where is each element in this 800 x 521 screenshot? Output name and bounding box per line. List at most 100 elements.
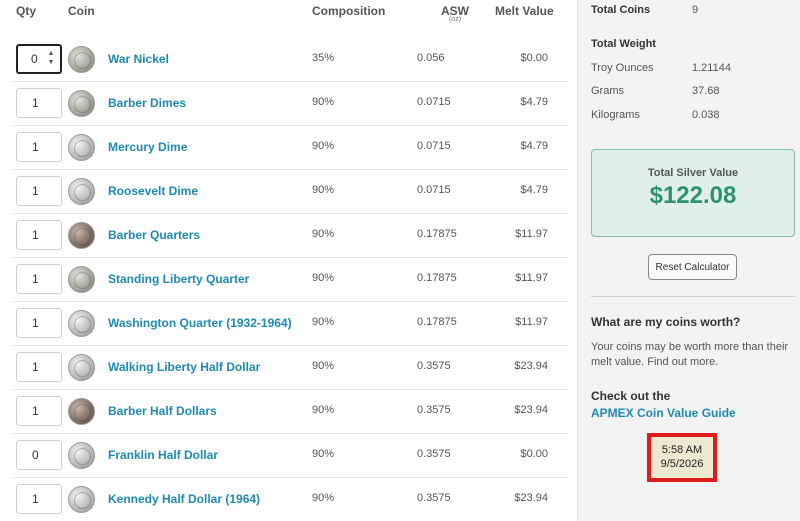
asw-cell: 0.3575 bbox=[417, 360, 451, 372]
melt-value-cell: $0.00 bbox=[520, 52, 548, 64]
quantity-input[interactable]: 1 bbox=[16, 484, 62, 514]
quantity-stepper[interactable]: ▲ ▼ bbox=[46, 49, 56, 71]
summary-panel: Total Coins 9 Total Weight Troy Ounces 1… bbox=[577, 0, 800, 521]
coin-name-link[interactable]: Barber Dimes bbox=[108, 96, 186, 110]
melt-value-cell: $4.79 bbox=[520, 184, 548, 196]
reset-calculator-button[interactable]: Reset Calculator bbox=[648, 254, 737, 280]
composition-cell: 90% bbox=[312, 404, 335, 416]
troy-ounces-value: 1.21144 bbox=[692, 62, 731, 74]
table-row: 1 Walking Liberty Half Dollar 90% 0.3575 $23… bbox=[12, 346, 568, 390]
coin-image bbox=[68, 310, 95, 337]
quantity-input[interactable]: 1 bbox=[16, 176, 62, 206]
taskbar-clock[interactable]: 5:58 AM 9/5/2026 bbox=[647, 433, 717, 482]
total-coins-label: Total Coins bbox=[591, 4, 651, 16]
coin-image bbox=[68, 354, 95, 381]
grams-value: 37.68 bbox=[692, 85, 720, 97]
coin-name-link[interactable]: Barber Quarters bbox=[108, 228, 200, 242]
table-row: 1 Barber Dimes 90% 0.0715 $4.79 bbox=[12, 82, 568, 126]
composition-cell: 90% bbox=[312, 448, 335, 460]
coin-image bbox=[68, 442, 95, 469]
coin-image bbox=[68, 222, 95, 249]
total-silver-value-box: Total Silver Value $122.08 bbox=[591, 149, 795, 237]
kilograms-value: 0.038 bbox=[692, 109, 720, 121]
composition-cell: 90% bbox=[312, 228, 335, 240]
quantity-input[interactable]: 1 bbox=[16, 88, 62, 118]
total-silver-value: $122.08 bbox=[649, 182, 737, 209]
composition-cell: 90% bbox=[312, 96, 335, 108]
table-row: 1 Mercury Dime 90% 0.0715 $4.79 bbox=[12, 126, 568, 170]
quantity-input[interactable]: 1 bbox=[16, 396, 62, 426]
melt-value-cell: $0.00 bbox=[520, 448, 548, 460]
coin-value-guide-link[interactable]: APMEX Coin Value Guide bbox=[591, 406, 736, 420]
table-row: 1 Barber Quarters 90% 0.17875 $11.97 bbox=[12, 214, 568, 258]
grams-label: Grams bbox=[591, 85, 624, 97]
clock-time: 5:58 AM bbox=[661, 444, 703, 456]
composition-cell: 90% bbox=[312, 360, 335, 372]
asw-cell: 0.17875 bbox=[417, 228, 457, 240]
header-asw: ASW (oz) bbox=[441, 4, 469, 23]
asw-cell: 0.0715 bbox=[417, 184, 451, 196]
coin-image bbox=[68, 46, 95, 73]
asw-cell: 0.3575 bbox=[417, 448, 451, 460]
quantity-input[interactable]: 1 bbox=[16, 308, 62, 338]
table-row: 0 ▲ ▼ War Nickel 35% 0.056 $0.00 bbox=[12, 38, 568, 82]
composition-cell: 90% bbox=[312, 492, 335, 504]
coin-name-link[interactable]: Standing Liberty Quarter bbox=[108, 272, 249, 286]
coin-image bbox=[68, 266, 95, 293]
coin-name-link[interactable]: Kennedy Half Dollar (1964) bbox=[108, 492, 260, 506]
coin-image bbox=[68, 398, 95, 425]
table-row: 1 Washington Quarter (1932-1964) 90% 0.1787… bbox=[12, 302, 568, 346]
coin-name-link[interactable]: Mercury Dime bbox=[108, 140, 187, 154]
quantity-input[interactable]: 0 ▲ ▼ bbox=[16, 44, 62, 74]
composition-cell: 90% bbox=[312, 272, 335, 284]
asw-cell: 0.3575 bbox=[417, 404, 451, 416]
coin-image bbox=[68, 486, 95, 513]
clock-date: 9/5/2026 bbox=[660, 458, 704, 470]
table-row: 1 Standing Liberty Quarter 90% 0.17875 $11.9… bbox=[12, 258, 568, 302]
coin-image bbox=[68, 134, 95, 161]
melt-value-cell: $23.94 bbox=[514, 404, 548, 416]
melt-value-cell: $4.79 bbox=[520, 96, 548, 108]
check-out-text: Check out the bbox=[591, 389, 671, 403]
coin-table: Qty Coin Composition ASW (oz) Melt Value… bbox=[0, 0, 577, 521]
coin-name-link[interactable]: Roosevelt Dime bbox=[108, 184, 198, 198]
coin-name-link[interactable]: Barber Half Dollars bbox=[108, 404, 217, 418]
melt-value-cell: $11.97 bbox=[515, 316, 548, 328]
header-qty: Qty bbox=[16, 4, 37, 18]
coin-image bbox=[68, 90, 95, 117]
coin-image bbox=[68, 178, 95, 205]
composition-cell: 35% bbox=[312, 52, 335, 64]
divider bbox=[591, 296, 795, 297]
composition-cell: 90% bbox=[312, 316, 335, 328]
quantity-input[interactable]: 0 bbox=[16, 440, 62, 470]
asw-cell: 0.0715 bbox=[417, 140, 451, 152]
quantity-input[interactable]: 1 bbox=[16, 220, 62, 250]
quantity-input[interactable]: 1 bbox=[16, 132, 62, 162]
asw-cell: 0.3575 bbox=[417, 492, 451, 504]
coin-name-link[interactable]: Franklin Half Dollar bbox=[108, 448, 218, 462]
melt-value-cell: $11.97 bbox=[515, 272, 548, 284]
table-row: 1 Barber Half Dollars 90% 0.3575 $23.94 bbox=[12, 390, 568, 434]
coin-name-link[interactable]: Walking Liberty Half Dollar bbox=[108, 360, 260, 374]
melt-value-cell: $23.94 bbox=[514, 360, 548, 372]
total-weight-label: Total Weight bbox=[591, 38, 656, 50]
kilograms-label: Kilograms bbox=[591, 109, 640, 121]
header-melt-value: Melt Value bbox=[495, 4, 554, 18]
table-row: 0 Franklin Half Dollar 90% 0.3575 $0.00 bbox=[12, 434, 568, 478]
table-row: 1 Roosevelt Dime 90% 0.0715 $4.79 bbox=[12, 170, 568, 214]
coin-name-link[interactable]: Washington Quarter (1932-1964) bbox=[108, 316, 292, 330]
asw-cell: 0.056 bbox=[417, 52, 445, 64]
melt-value-cell: $23.94 bbox=[514, 492, 548, 504]
asw-cell: 0.17875 bbox=[417, 272, 457, 284]
melt-value-cell: $4.79 bbox=[520, 140, 548, 152]
coins-worth-text: Your coins may be worth more than their … bbox=[591, 341, 789, 368]
coin-name-link[interactable]: War Nickel bbox=[108, 52, 169, 66]
asw-cell: 0.17875 bbox=[417, 316, 457, 328]
quantity-input[interactable]: 1 bbox=[16, 352, 62, 382]
total-coins-value: 9 bbox=[692, 4, 699, 16]
troy-ounces-label: Troy Ounces bbox=[591, 62, 654, 74]
asw-cell: 0.0715 bbox=[417, 96, 451, 108]
header-composition: Composition bbox=[312, 4, 386, 18]
quantity-input[interactable]: 1 bbox=[16, 264, 62, 294]
composition-cell: 90% bbox=[312, 184, 335, 196]
